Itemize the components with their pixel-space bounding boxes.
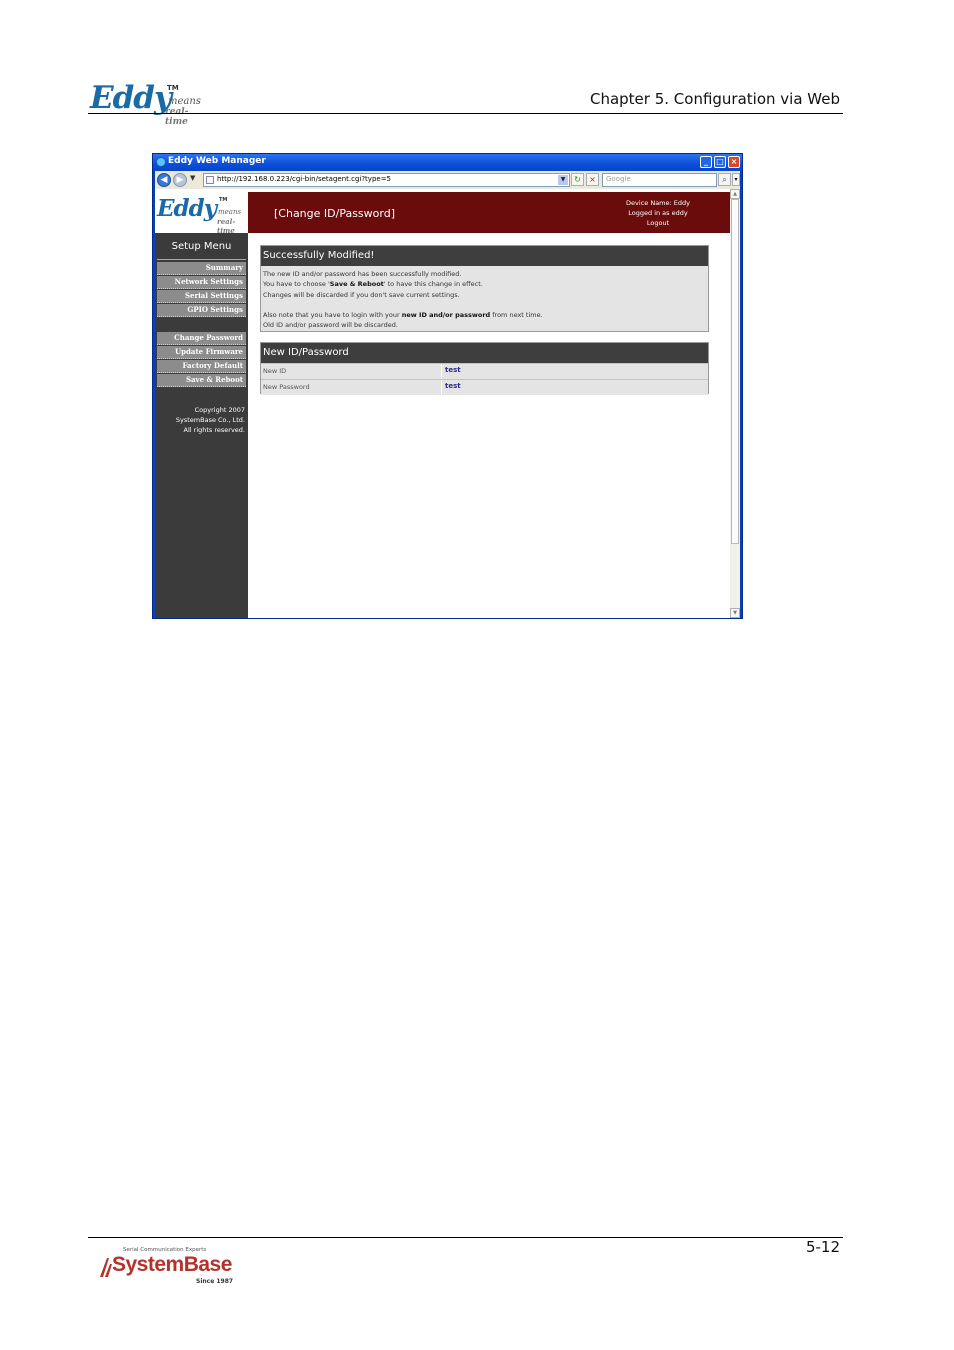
logo-wordmark: Eddy (90, 80, 172, 116)
new-id-password-heading: New ID/Password (261, 343, 708, 363)
brand-name: SystemBase (112, 1253, 232, 1276)
chapter-title: Chapter 5. Configuration via Web (589, 90, 840, 108)
sidebar-logo: Eddy TM means real-time (155, 189, 248, 235)
page-number: 5-12 (805, 1238, 840, 1256)
row-value: test (445, 366, 461, 374)
logo-realtime: real-time (165, 107, 189, 127)
sidebar: Eddy TM means real-time Setup Menu Summa… (155, 189, 248, 618)
success-message: The new ID and/or password has been succ… (261, 266, 708, 334)
sidebar-item-gpio-settings[interactable]: GPIO Settings (157, 304, 246, 317)
refresh-icon[interactable]: ↻ (571, 173, 584, 186)
sidebar-logo-wordmark: Eddy (157, 195, 217, 222)
sidebar-item-factory-default[interactable]: Factory Default (157, 360, 246, 373)
sidebar-item-save-reboot[interactable]: Save & Reboot (157, 374, 246, 387)
search-placeholder: Google (606, 175, 631, 183)
page-content: Eddy TM means real-time Setup Menu Summa… (155, 189, 740, 618)
success-heading: Successfully Modified! (261, 246, 708, 266)
sidebar-logo-tm: TM (219, 197, 228, 203)
page-banner: [Change ID/Password] Device Name: Eddy L… (248, 192, 730, 233)
success-panel: Successfully Modified! The new ID and/or… (260, 245, 709, 332)
sidebar-logo-realtime: real-time (217, 217, 236, 235)
forward-arrow-icon[interactable]: ▶ (173, 173, 187, 187)
page-icon (206, 176, 214, 184)
sidebar-item-network-settings[interactable]: Network Settings (157, 276, 246, 289)
scroll-thumb[interactable] (731, 199, 739, 544)
new-id-password-panel: New ID/Password New ID test New Password… (260, 342, 709, 395)
message-line: Also note that you have to login with yo… (263, 311, 543, 320)
row-label: New ID (263, 367, 287, 375)
copyright-notice: Copyright 2007 SystemBase Co., Ltd. All … (176, 405, 245, 435)
page-title: [Change ID/Password] (274, 207, 395, 220)
search-options-icon[interactable]: ▾ (732, 173, 740, 186)
message-line: The new ID and/or password has been succ… (263, 270, 462, 278)
header-divider (88, 113, 843, 114)
back-arrow-icon[interactable]: ◀ (157, 173, 171, 187)
scroll-down-icon[interactable]: ▼ (730, 608, 740, 618)
copyright-line: Copyright 2007 (194, 406, 245, 414)
address-url[interactable]: http://192.168.0.223/cgi-bin/setagent.cg… (217, 175, 391, 183)
history-dropdown-icon[interactable]: ▼ (190, 174, 195, 182)
title-bar: Eddy Web Manager _ □ × (153, 154, 742, 171)
main-area: [Change ID/Password] Device Name: Eddy L… (248, 189, 730, 618)
device-name: Device Name: Eddy (626, 199, 690, 207)
logo-trademark: TM (167, 84, 179, 92)
minimize-button[interactable]: _ (700, 156, 712, 168)
logged-in-user: Logged in as eddy (628, 209, 688, 217)
address-dropdown-icon[interactable]: ▼ (558, 175, 568, 185)
browser-icon (156, 157, 166, 167)
close-button[interactable]: × (728, 156, 740, 168)
copyright-line: SystemBase Co., Ltd. (175, 416, 245, 424)
sidebar-item-serial-settings[interactable]: Serial Settings (157, 290, 246, 303)
copyright-line: All rights reserved. (183, 426, 245, 434)
message-line: Changes will be discarded if you don't s… (263, 290, 460, 299)
sidebar-item-change-password[interactable]: Change Password (157, 332, 246, 345)
address-bar[interactable]: http://192.168.0.223/cgi-bin/setagent.cg… (203, 173, 570, 187)
brand-since: Since 1987 (196, 1278, 234, 1285)
row-label: New Password (263, 383, 310, 391)
logout-link[interactable]: Logout (593, 218, 723, 228)
browser-window: Eddy Web Manager _ □ × ◀ ▶ ▼ http://192.… (152, 153, 743, 619)
maximize-button[interactable]: □ (714, 156, 726, 168)
setup-menu-heading: Setup Menu (171, 241, 232, 252)
search-icon[interactable]: ⌕ (718, 173, 731, 186)
table-row: New ID test (261, 363, 708, 379)
table-row: New Password test (261, 379, 708, 395)
row-value: test (445, 382, 461, 390)
logo-means: means (168, 96, 201, 107)
search-input[interactable]: Google (602, 173, 717, 187)
systembase-logo: Serial Communication Experts SystemBase … (98, 1247, 243, 1287)
menu-divider (157, 259, 246, 260)
sidebar-logo-means: means (218, 208, 242, 216)
footer-divider (88, 1237, 843, 1238)
sidebar-item-update-firmware[interactable]: Update Firmware (157, 346, 246, 359)
scroll-up-icon[interactable]: ▲ (730, 189, 740, 199)
message-line: You have to choose 'Save & Reboot' to ha… (263, 280, 483, 289)
stop-icon[interactable]: × (586, 173, 599, 186)
sidebar-item-summary[interactable]: Summary (157, 262, 246, 275)
window-title: Eddy Web Manager (168, 156, 266, 166)
address-toolbar: ◀ ▶ ▼ http://192.168.0.223/cgi-bin/setag… (155, 171, 740, 189)
session-info: Device Name: Eddy Logged in as eddy Logo… (593, 198, 723, 228)
vertical-scrollbar[interactable]: ▲ ▼ (730, 189, 740, 618)
eddy-logo: Eddy TM means real-time (90, 80, 210, 127)
message-line: Old ID and/or password will be discarded… (263, 321, 398, 330)
